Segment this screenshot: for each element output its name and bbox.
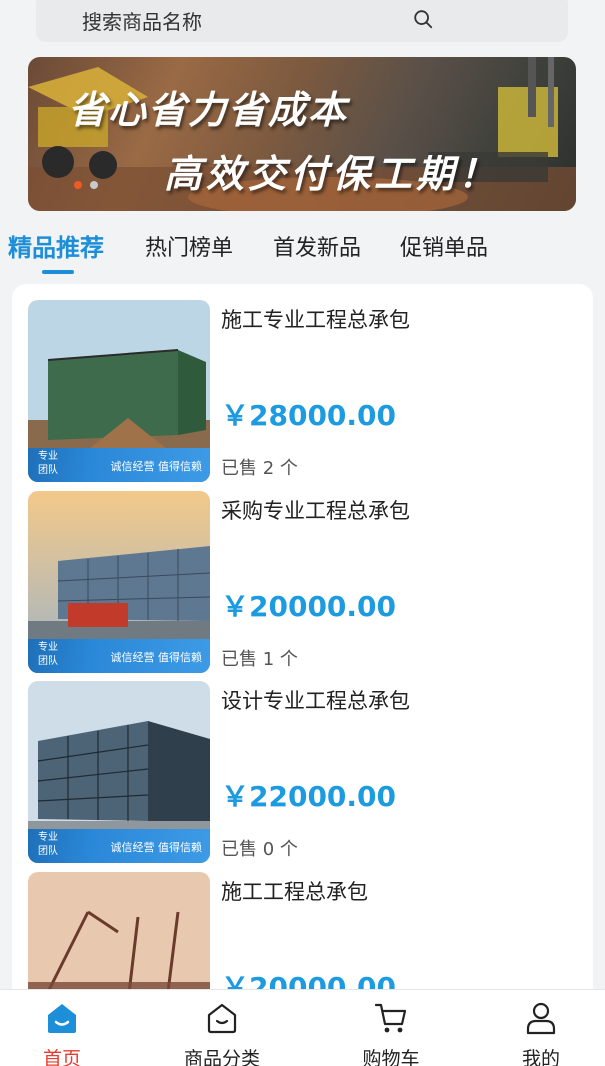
nav-category-label: 商品分类 xyxy=(183,1048,260,1066)
product-image[interactable]: 专业 团队 诚信经营 值得信赖 xyxy=(28,491,210,673)
tab-promotions[interactable]: 促销单品 xyxy=(400,230,488,262)
product-image[interactable]: 专业 团队 诚信经营 值得信赖 xyxy=(28,681,210,863)
product-sold-count: 已售 1 个 xyxy=(221,649,298,670)
nav-profile-label: 我的 xyxy=(521,1048,560,1066)
product-sold-count: 已售 2 个 xyxy=(221,458,298,479)
badge-team: 专业 团队 xyxy=(38,832,58,857)
banner-dot-1[interactable] xyxy=(74,181,82,189)
product-badge: 专业 团队 诚信经营 值得信赖 xyxy=(28,448,210,482)
banner-headline-1: 省心省力省成本 xyxy=(68,88,349,132)
tab-hot-list[interactable]: 热门榜单 xyxy=(145,230,233,262)
badge-slogan: 诚信经营 值得信赖 xyxy=(110,841,203,854)
product-badge: 专业 团队 诚信经营 值得信赖 xyxy=(28,639,210,673)
nav-cart-label: 购物车 xyxy=(362,1048,420,1066)
search-area: 搜索商品名称 xyxy=(0,0,605,52)
nav-category[interactable]: 商品分类 xyxy=(162,996,282,1066)
home-icon xyxy=(48,1004,76,1033)
nav-profile[interactable]: 我的 xyxy=(481,996,601,1066)
badge-team: 专业 团队 xyxy=(38,451,58,476)
nav-home[interactable]: 首页 xyxy=(2,996,122,1066)
tab-new-arrivals[interactable]: 首发新品 xyxy=(273,230,361,262)
product-badge: 专业 团队 诚信经营 值得信赖 xyxy=(28,829,210,863)
product-title[interactable]: 施工专业工程总承包 xyxy=(221,304,410,334)
promo-banner[interactable]: 省心省力省成本 高效交付保工期！ xyxy=(28,57,576,211)
product-sold-count: 已售 0 个 xyxy=(221,839,298,860)
app-page: 搜索商品名称 省心省力省成本 高效交付保工期！ 精品推荐 热门榜单 首发新品 促… xyxy=(0,0,605,1066)
search-icon[interactable] xyxy=(412,8,434,30)
product-title[interactable]: 采购专业工程总承包 xyxy=(221,495,410,525)
badge-slogan: 诚信经营 值得信赖 xyxy=(110,651,203,664)
category-tabs: 精品推荐 热门榜单 首发新品 促销单品 xyxy=(0,226,605,276)
banner-pagination xyxy=(74,181,98,189)
search-placeholder: 搜索商品名称 xyxy=(82,10,202,34)
product-item[interactable]: 专业 团队 诚信经营 值得信赖 施工专业工程总承包 ￥28000.00 已售 2… xyxy=(28,300,588,482)
banner-dot-2[interactable] xyxy=(90,181,98,189)
badge-slogan: 诚信经营 值得信赖 xyxy=(110,460,203,473)
banner-headline-2: 高效交付保工期！ xyxy=(164,152,501,196)
product-list: 专业 团队 诚信经营 值得信赖 施工专业工程总承包 ￥28000.00 已售 2… xyxy=(12,284,593,1066)
tab-active-indicator xyxy=(42,270,74,274)
product-image[interactable]: 专业 团队 诚信经营 值得信赖 xyxy=(28,300,210,482)
product-price: ￥28000.00 xyxy=(221,399,397,432)
bottom-nav: 首页 商品分类 购物车 我的 xyxy=(0,989,605,1066)
badge-team: 专业 团队 xyxy=(38,642,58,667)
product-price: ￥22000.00 xyxy=(221,780,397,813)
tab-featured[interactable]: 精品推荐 xyxy=(8,228,104,263)
product-title[interactable]: 施工工程总承包 xyxy=(221,876,368,906)
user-icon xyxy=(526,1002,556,1035)
nav-cart[interactable]: 购物车 xyxy=(331,996,451,1066)
product-title[interactable]: 设计专业工程总承包 xyxy=(221,685,410,715)
product-item[interactable]: 专业 团队 诚信经营 值得信赖 设计专业工程总承包 ￥22000.00 已售 0… xyxy=(28,681,588,863)
search-input[interactable]: 搜索商品名称 xyxy=(36,0,568,42)
cart-icon xyxy=(374,1003,407,1033)
nav-home-label: 首页 xyxy=(42,1048,81,1066)
category-icon xyxy=(207,1003,237,1034)
product-item[interactable]: 专业 团队 诚信经营 值得信赖 采购专业工程总承包 ￥20000.00 已售 1… xyxy=(28,491,588,673)
product-price: ￥20000.00 xyxy=(221,590,397,623)
